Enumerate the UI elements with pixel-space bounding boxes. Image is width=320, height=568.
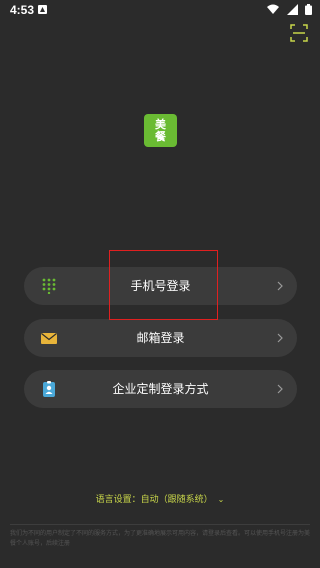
logo-char-2: 餐 (155, 129, 166, 143)
status-indicators (264, 4, 312, 16)
status-time: 4:53 (10, 3, 35, 17)
phone-login-button[interactable]: 手机号登录 (24, 267, 297, 305)
chevron-right-icon (277, 281, 283, 291)
language-setting[interactable]: 语言设置：自动（跟随系统） ⌄ (0, 492, 320, 505)
app-logo: 美 餐 (144, 114, 177, 147)
scan-button[interactable] (290, 24, 308, 42)
enterprise-login-button[interactable]: 企业定制登录方式 (24, 370, 297, 408)
enterprise-login-label: 企业定制登录方式 (112, 382, 209, 396)
notice-text: 我们为不同的用户制定了不同的服务方式，为了更准确地展示可用内容，请登录后查看。可… (10, 531, 311, 547)
language-label: 语言设置：自动（跟随系统） (95, 494, 213, 504)
logo-char-1: 美 (155, 117, 166, 131)
battery-icon (305, 4, 312, 15)
chevron-right-icon (277, 384, 283, 394)
login-screen: 4:53 美 餐 手机号登录 邮箱登录 企业定制登录方式 语言设置：自动（跟随系… (0, 0, 320, 568)
chevron-right-icon (277, 333, 283, 343)
status-bar: 4:53 (0, 0, 320, 22)
notification-icon (38, 5, 47, 14)
signal-icon (286, 4, 298, 15)
email-login-label: 邮箱登录 (136, 331, 185, 345)
email-login-button[interactable]: 邮箱登录 (24, 319, 297, 357)
phone-login-label: 手机号登录 (130, 279, 191, 293)
wifi-icon (267, 4, 280, 14)
chevron-down-icon: ⌄ (217, 495, 225, 504)
scan-icon (290, 24, 308, 42)
divider (10, 524, 310, 525)
